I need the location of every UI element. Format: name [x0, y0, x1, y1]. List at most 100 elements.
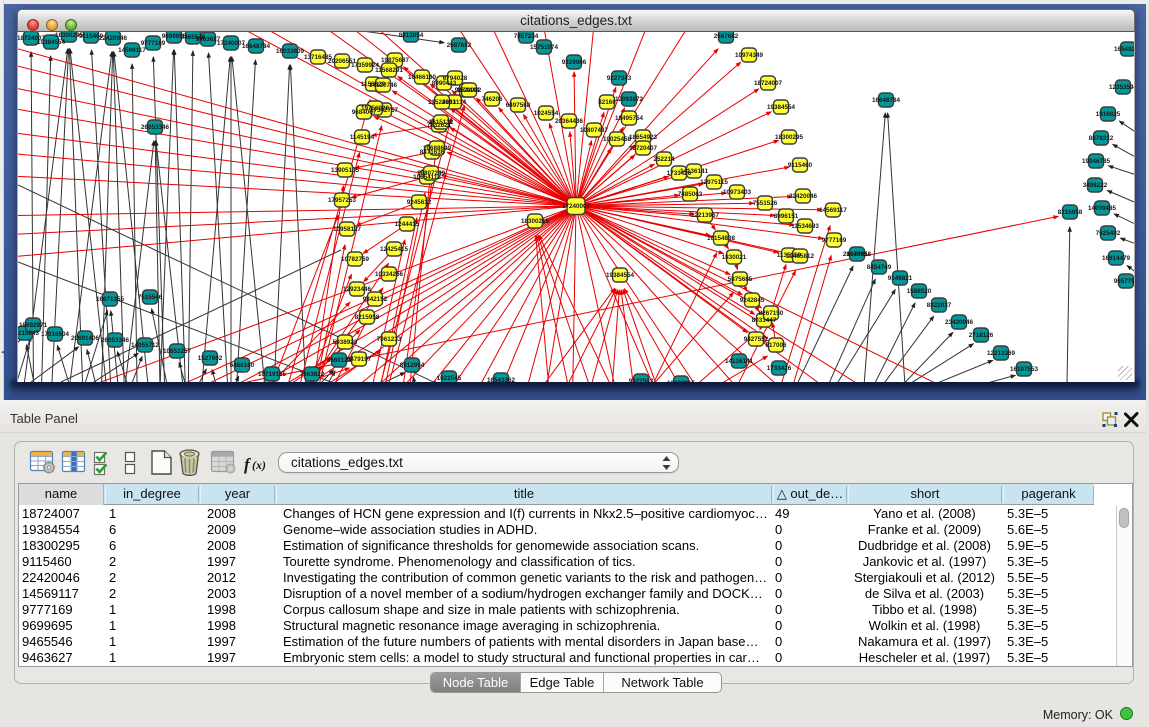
- svg-text:7485063: 7485063: [678, 191, 703, 198]
- svg-text:8996151: 8996151: [774, 213, 799, 220]
- svg-text:14569117: 14569117: [819, 207, 847, 214]
- svg-text:9146821: 9146821: [888, 275, 913, 282]
- svg-text:8322037: 8322037: [927, 302, 952, 309]
- svg-text:9245612: 9245612: [407, 199, 432, 206]
- svg-text:9657791: 9657791: [1114, 278, 1135, 285]
- svg-text:8912954: 8912954: [400, 362, 425, 369]
- svg-text:10958127: 10958127: [333, 226, 362, 233]
- svg-text:7515546: 7515546: [138, 294, 163, 301]
- svg-text:8454749: 8454749: [867, 264, 892, 271]
- svg-text:9684067: 9684067: [352, 109, 377, 116]
- svg-text:8215958: 8215958: [355, 314, 380, 321]
- svg-text:7061233: 7061233: [377, 336, 402, 343]
- svg-text:10719155: 10719155: [258, 371, 287, 378]
- svg-text:12213369: 12213369: [987, 350, 1016, 357]
- svg-text:817006: 817006: [765, 342, 787, 349]
- svg-text:20691406: 20691406: [71, 335, 100, 342]
- svg-text:6497568: 6497568: [506, 102, 531, 109]
- svg-text:12353594: 12353594: [1109, 84, 1135, 91]
- svg-text:82160: 82160: [598, 99, 616, 106]
- svg-text:7857234: 7857234: [514, 33, 539, 40]
- svg-text:15751074: 15751074: [530, 44, 559, 51]
- svg-text:15720407: 15720407: [629, 145, 658, 152]
- svg-text:2687682: 2687682: [447, 42, 472, 49]
- svg-text:18300295: 18300295: [775, 134, 804, 141]
- svg-text:19384554: 19384554: [37, 39, 66, 46]
- svg-text:14569117: 14569117: [118, 47, 146, 54]
- svg-text:1527602: 1527602: [198, 355, 223, 362]
- svg-text:12213967: 12213967: [691, 212, 720, 219]
- svg-text:6794028: 6794028: [443, 75, 468, 82]
- svg-text:7625402: 7625402: [1096, 230, 1121, 237]
- svg-text:9227343: 9227343: [607, 75, 632, 82]
- svg-text:9327503: 9327503: [629, 378, 654, 382]
- svg-text:19875687: 19875687: [381, 57, 410, 64]
- svg-text:7551526: 7551526: [753, 200, 778, 207]
- svg-text:15692971: 15692971: [19, 322, 48, 329]
- svg-text:14120746: 14120746: [369, 82, 398, 89]
- svg-text:10334256: 10334256: [375, 271, 404, 278]
- svg-text:16107553: 16107553: [1010, 366, 1039, 373]
- svg-text:9242845: 9242845: [740, 297, 765, 304]
- svg-text:10782759: 10782759: [341, 256, 370, 263]
- svg-text:16671355: 16671355: [96, 296, 125, 303]
- svg-text:5938923: 5938923: [333, 339, 358, 346]
- svg-text:1733426: 1733426: [667, 170, 692, 177]
- svg-text:1733426: 1733426: [767, 365, 792, 372]
- svg-text:10210643: 10210643: [18, 330, 39, 337]
- svg-text:f: f: [244, 455, 252, 474]
- svg-text:10465812: 10465812: [786, 253, 815, 260]
- svg-text:12425415: 12425415: [380, 246, 409, 253]
- svg-text:7663822: 7663822: [300, 371, 325, 378]
- svg-text:16914479: 16914479: [1102, 255, 1131, 262]
- svg-text:16549235: 16549235: [1114, 46, 1135, 53]
- svg-text:19046785: 19046785: [1082, 158, 1111, 165]
- svg-text:19384554: 19384554: [767, 104, 796, 111]
- svg-text:17016504: 17016504: [41, 331, 70, 338]
- svg-text:10974349: 10974349: [735, 52, 764, 59]
- svg-text:8215958: 8215958: [1058, 209, 1083, 216]
- svg-text:11534693: 11534693: [791, 223, 819, 230]
- svg-text:12975115: 12975115: [700, 179, 728, 186]
- svg-text:9777169: 9777169: [822, 237, 847, 244]
- svg-text:10653257: 10653257: [163, 348, 192, 355]
- svg-text:1588520: 1588520: [907, 288, 932, 295]
- svg-text:10973403: 10973403: [723, 189, 752, 196]
- svg-text:8878312: 8878312: [1089, 135, 1114, 142]
- svg-text:3498222: 3498222: [1083, 182, 1108, 189]
- svg-text:8267150: 8267150: [759, 310, 784, 317]
- svg-text:26053346: 26053346: [101, 337, 130, 344]
- svg-text:16648784: 16648784: [872, 97, 901, 104]
- svg-text:1621012: 1621012: [457, 87, 482, 94]
- svg-text:1244415: 1244415: [395, 221, 420, 228]
- svg-text:13905135: 13905135: [331, 167, 360, 174]
- svg-text:2687682: 2687682: [714, 33, 739, 40]
- svg-text:5875685: 5875685: [728, 276, 753, 283]
- svg-text:8031447: 8031447: [752, 317, 777, 324]
- svg-text:22420046: 22420046: [99, 35, 128, 42]
- svg-text:10688609: 10688609: [423, 145, 452, 152]
- svg-text:6479197: 6479197: [347, 356, 372, 363]
- svg-text:9842152: 9842152: [363, 296, 388, 303]
- svg-text:9115460: 9115460: [788, 162, 813, 169]
- svg-text:18654923: 18654923: [629, 134, 658, 141]
- svg-text:17240007: 17240007: [562, 203, 591, 210]
- svg-text:18724007: 18724007: [754, 80, 783, 87]
- svg-text:746206: 746206: [481, 96, 503, 103]
- svg-text:16543362: 16543362: [487, 377, 516, 382]
- svg-text:8813054: 8813054: [399, 32, 424, 39]
- svg-text:1830021: 1830021: [722, 254, 747, 261]
- svg-text:18807249: 18807249: [417, 170, 446, 177]
- svg-text:18495754: 18495754: [615, 115, 644, 122]
- svg-text:14099485: 14099485: [1088, 205, 1117, 212]
- svg-text:9329966: 9329966: [562, 59, 587, 66]
- svg-text:10154838: 10154838: [707, 235, 736, 242]
- svg-text:19384554: 19384554: [606, 272, 635, 279]
- svg-text:2718126: 2718126: [969, 332, 994, 339]
- svg-text:1024554: 1024554: [534, 110, 559, 117]
- svg-text:14055712: 14055712: [131, 342, 160, 349]
- svg-text:16033809: 16033809: [276, 48, 305, 55]
- svg-text:6466160: 6466160: [230, 362, 255, 369]
- svg-text:20364436: 20364436: [555, 118, 584, 125]
- svg-text:11568291: 11568291: [375, 67, 403, 74]
